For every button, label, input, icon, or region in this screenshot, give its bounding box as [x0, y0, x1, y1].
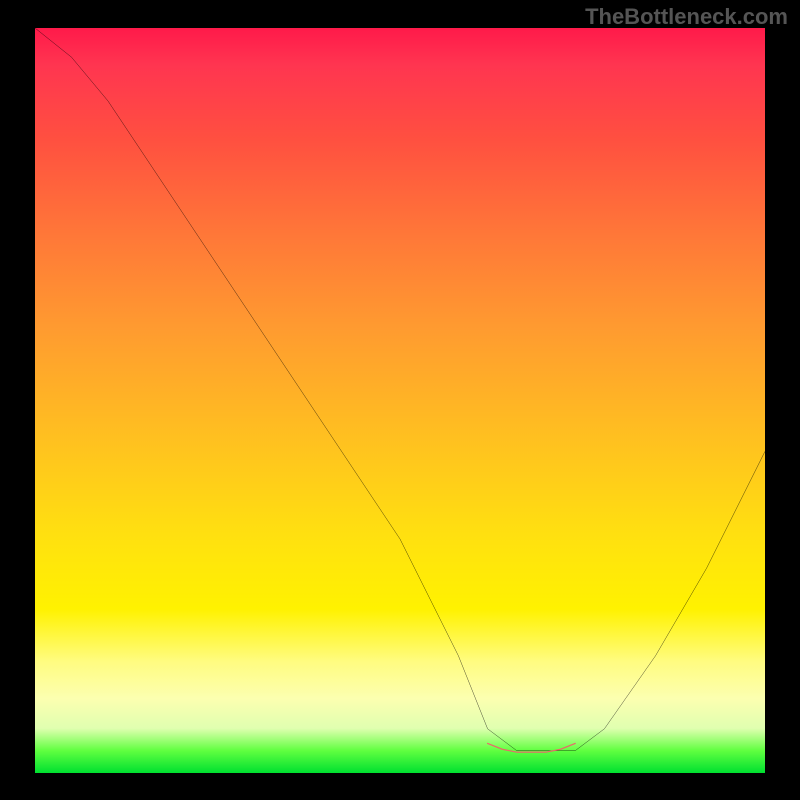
watermark-text: TheBottleneck.com — [585, 4, 788, 30]
chart-svg — [35, 28, 765, 758]
bottleneck-curve — [35, 28, 765, 751]
chart-plot-area — [35, 28, 765, 773]
